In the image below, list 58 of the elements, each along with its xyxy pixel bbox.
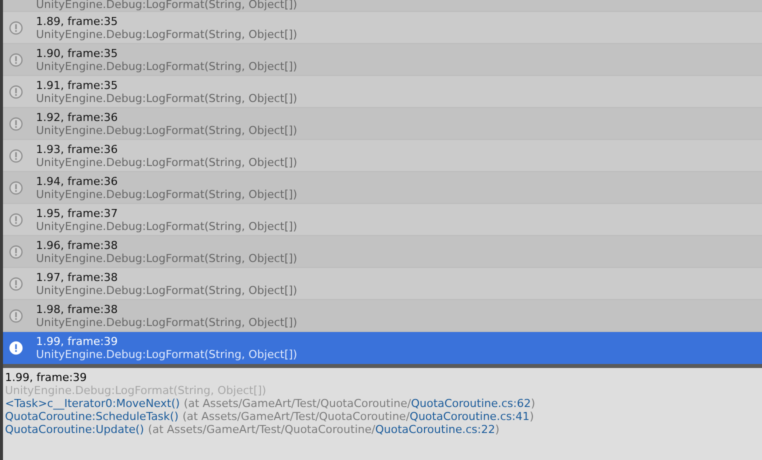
log-source: UnityEngine.Debug:LogFormat(String, Object[]) (36, 92, 298, 104)
source-file-link[interactable]: QuotaCoroutine.cs:22 (375, 423, 496, 436)
info-icon (9, 52, 23, 66)
log-message: 1.93, frame:36 (36, 142, 119, 156)
log-source: UnityEngine.Debug:LogFormat(String, Object[]) (36, 0, 298, 11)
log-entry[interactable]: 1.92, frame:36 UnityEngine.Debug:LogFormat(String, Object[]) (3, 108, 762, 140)
log-message: 1.97, frame:38 (36, 270, 119, 284)
info-icon (9, 212, 23, 226)
closing-paren: ) (530, 397, 536, 410)
log-message: 1.96, frame:38 (36, 238, 119, 252)
log-source: UnityEngine.Debug:LogFormat(String, Object[]) (36, 284, 298, 296)
info-icon (9, 308, 23, 322)
closing-paren: ) (530, 410, 534, 423)
log-source: UnityEngine.Debug:LogFormat(String, Object[]) (36, 220, 298, 232)
info-icon (9, 340, 23, 354)
stack-location: (at Assets/GameArt/Test/QuotaCoroutine/ (148, 423, 376, 436)
log-entry[interactable]: 1.99, frame:39 UnityEngine.Debug:LogFormat(String, Object[]) (3, 332, 762, 364)
log-source: UnityEngine.Debug:LogFormat(String, Object[]) (36, 252, 298, 264)
log-source: UnityEngine.Debug:LogFormat(String, Object[]) (36, 60, 298, 72)
log-source: UnityEngine.Debug:LogFormat(String, Object[]) (36, 348, 298, 360)
info-icon (9, 84, 23, 98)
stack-location: (at Assets/GameArt/Test/QuotaCoroutine/ (184, 397, 411, 410)
log-entry[interactable]: 1.94, frame:36 UnityEngine.Debug:LogFormat(String, Object[]) (3, 172, 762, 204)
log-entry[interactable]: 1.95, frame:37 UnityEngine.Debug:LogFormat(String, Object[]) (3, 204, 762, 236)
log-entry[interactable]: 1.98, frame:38 UnityEngine.Debug:LogFormat(String, Object[]) (3, 300, 762, 332)
log-entry[interactable]: 1.91, frame:35 UnityEngine.Debug:LogFormat(String, Object[]) (3, 76, 762, 108)
stack-method-link[interactable]: QuotaCoroutine:ScheduleTask() (5, 410, 178, 423)
log-message: 1.95, frame:37 (36, 206, 119, 220)
log-source: UnityEngine.Debug:LogFormat(String, Object[]) (36, 188, 298, 200)
log-message: 1.94, frame:36 (36, 174, 119, 188)
info-icon (9, 180, 23, 194)
log-source: UnityEngine.Debug:LogFormat(String, Object[]) (36, 156, 298, 168)
log-source: UnityEngine.Debug:LogFormat(String, Object[]) (36, 124, 298, 136)
closing-paren: ) (495, 423, 500, 436)
log-source: UnityEngine.Debug:LogFormat(String, Object[]) (36, 316, 298, 328)
log-message: 1.91, frame:35 (36, 78, 119, 92)
log-message: 1.99, frame:39 (36, 334, 119, 348)
info-icon (9, 20, 23, 34)
info-icon (9, 276, 23, 290)
log-entry[interactable]: 1.97, frame:38 UnityEngine.Debug:LogFormat(String, Object[]) (3, 268, 762, 300)
log-message: 1.89, frame:35 (36, 14, 119, 28)
source-file-link[interactable]: QuotaCoroutine.cs:41 (410, 410, 530, 423)
log-entry[interactable]: 1.93, frame:36 UnityEngine.Debug:LogFormat(String, Object[]) (3, 140, 762, 172)
info-icon (9, 148, 23, 162)
log-message: 1.98, frame:38 (36, 302, 119, 316)
log-entry[interactable]: 1.90, frame:35 UnityEngine.Debug:LogFormat(String, Object[]) (3, 44, 762, 76)
source-file-link[interactable]: QuotaCoroutine.cs:62 (410, 397, 531, 410)
log-entry[interactable]: 1.96, frame:38 UnityEngine.Debug:LogFormat(String, Object[]) (3, 236, 762, 268)
log-entry[interactable]: 1.89, frame:35 UnityEngine.Debug:LogFormat(String, Object[]) (3, 12, 762, 44)
log-message: 1.92, frame:36 (36, 110, 119, 124)
log-source: UnityEngine.Debug:LogFormat(String, Object[]) (36, 28, 298, 40)
info-icon (9, 116, 23, 130)
stack-location: (at Assets/GameArt/Test/QuotaCoroutine/ (182, 410, 410, 423)
info-icon (9, 244, 23, 258)
detail-message: 1.99, frame:39 (5, 371, 87, 384)
log-message: 1.90, frame:35 (36, 46, 119, 60)
stack-method-link[interactable]: QuotaCoroutine:Update() (5, 423, 144, 436)
stack-method-link[interactable]: <Task>c__Iterator0:MoveNext() (5, 397, 180, 410)
